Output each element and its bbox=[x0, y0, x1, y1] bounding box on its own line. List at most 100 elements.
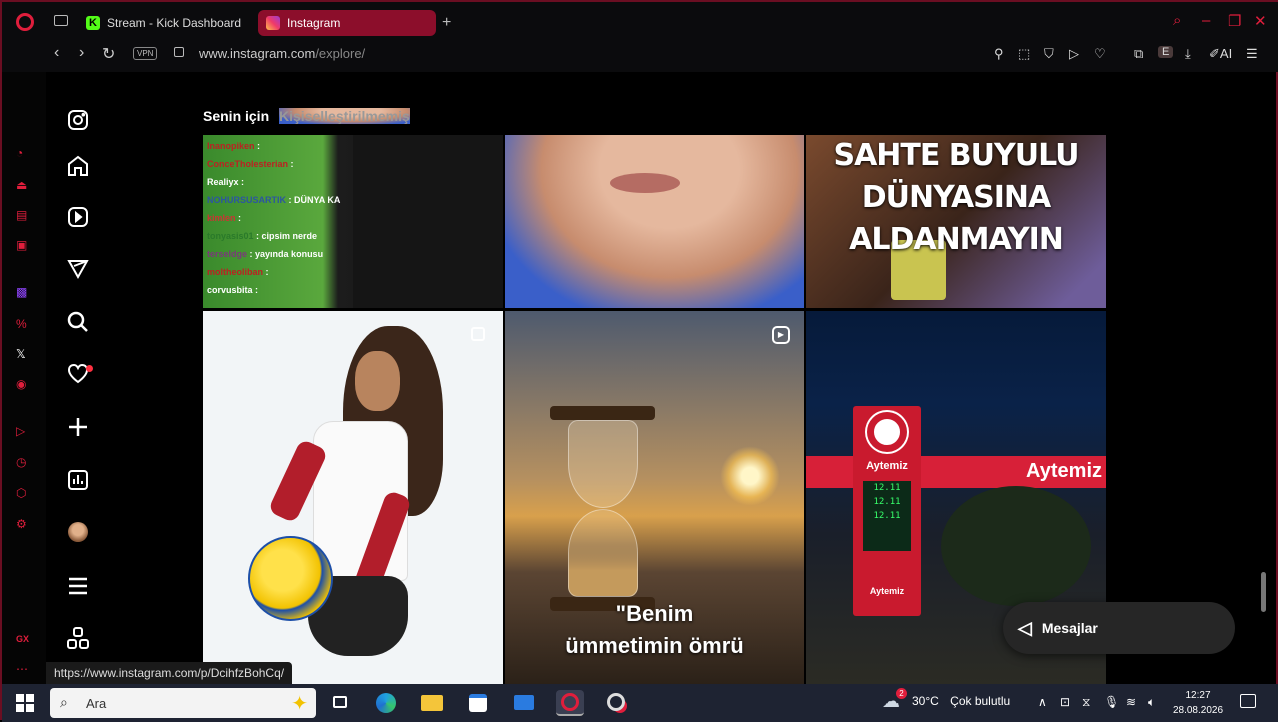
gx-icon[interactable]: GX bbox=[16, 634, 29, 644]
download-icon[interactable]: ⤓ bbox=[1185, 46, 1191, 62]
show-hidden-icons[interactable]: ∧ bbox=[1038, 695, 1047, 709]
chat-line: Realiyx : bbox=[207, 177, 245, 187]
reload-button[interactable]: ↻ bbox=[102, 44, 115, 64]
url-field[interactable]: www.instagram.com/explore/ bbox=[199, 46, 365, 61]
messages-label: Mesajlar bbox=[1041, 620, 1098, 636]
explore-post-5[interactable]: "Benim ümmetimin ömrü ▶ bbox=[505, 311, 804, 684]
close-button[interactable]: ✕ bbox=[1254, 12, 1267, 30]
heart-icon[interactable]: ♡ bbox=[1094, 46, 1106, 62]
home-icon[interactable] bbox=[66, 154, 90, 178]
percent-icon[interactable]: % bbox=[16, 317, 27, 331]
tree-image bbox=[941, 486, 1091, 606]
aria-icon[interactable]: ⏏ bbox=[16, 178, 27, 192]
history-icon[interactable]: ◉ bbox=[16, 377, 26, 391]
minimize-button[interactable]: – bbox=[1202, 12, 1210, 29]
weather-temp: 30°C bbox=[912, 694, 939, 708]
reel-icon: ▶ bbox=[772, 326, 790, 344]
volume-icon[interactable]: 🔈︎ bbox=[1148, 695, 1155, 710]
link-status-url: https://www.instagram.com/p/DcihfzBohCq/ bbox=[46, 662, 293, 684]
search-tabs-icon[interactable]: ⌕ bbox=[1173, 12, 1181, 29]
chat-line: kimlen : bbox=[207, 213, 242, 223]
speed-dial-icon[interactable]: ◔ bbox=[16, 146, 23, 160]
scrollbar-thumb[interactable] bbox=[1261, 572, 1266, 612]
sparkle-icon: ✦ bbox=[291, 693, 308, 715]
taskbar-search[interactable]: ⌕ Ara ✦ bbox=[50, 688, 316, 718]
explore-post-4[interactable] bbox=[203, 311, 503, 684]
pin-icon[interactable]: ⚲ bbox=[994, 46, 1004, 62]
tab-kick-dashboard[interactable]: K Stream - Kick Dashboard bbox=[78, 10, 254, 36]
tab-for-you[interactable]: Senin için bbox=[203, 108, 269, 124]
extensions-sidebar-icon[interactable]: ⬡ bbox=[16, 486, 26, 500]
clock-icon[interactable]: ◷ bbox=[16, 455, 26, 469]
opera-gx-secondary-icon[interactable] bbox=[602, 690, 630, 716]
ai-label: AI bbox=[1219, 46, 1233, 61]
tab-instagram[interactable]: Instagram bbox=[258, 10, 436, 36]
easy-setup-icon[interactable]: ☰ bbox=[1246, 46, 1258, 62]
new-tab-button[interactable]: + bbox=[442, 14, 451, 32]
create-icon[interactable] bbox=[66, 415, 90, 439]
gas-station-sign: Aytemiz 12.11 12.11 12.11 Aytemiz bbox=[853, 406, 921, 616]
profile-avatar[interactable] bbox=[68, 522, 88, 542]
workspaces-icon[interactable] bbox=[54, 15, 68, 26]
weather-widget[interactable]: ☁ 2 30°C Çok bulutlu bbox=[882, 688, 1010, 711]
mail-icon[interactable] bbox=[510, 690, 538, 716]
also-from-meta-icon[interactable] bbox=[66, 626, 90, 650]
microphone-icon[interactable]: 🎙︎ bbox=[1104, 695, 1119, 709]
opera-gx-taskbar-icon[interactable] bbox=[556, 690, 584, 716]
maximize-button[interactable]: ❐ bbox=[1228, 12, 1241, 30]
dashboard-icon[interactable] bbox=[66, 468, 90, 492]
play-icon[interactable]: ▷ bbox=[1069, 46, 1079, 62]
messenger-icon[interactable]: ▤ bbox=[16, 208, 27, 222]
chat-line: terseldge : yayında konusu bbox=[207, 249, 324, 259]
meet-icon[interactable]: ⊡ bbox=[1060, 695, 1070, 709]
extensions-icon[interactable]: ⧉ bbox=[1134, 46, 1143, 62]
start-button[interactable] bbox=[16, 694, 34, 712]
more-icon[interactable]: ⋯ bbox=[16, 662, 28, 676]
explore-post-1[interactable]: lnanopiken : ConceTholesterian : Realiyx… bbox=[203, 135, 503, 308]
x-twitter-icon[interactable]: 𝕏 bbox=[16, 347, 26, 361]
explore-post-3[interactable]: SAHTE BUYULU DÜNYASINA ALDANMAYIN bbox=[806, 135, 1106, 308]
lock-icon[interactable] bbox=[174, 47, 184, 57]
tab-label: Instagram bbox=[287, 16, 341, 30]
task-view-icon[interactable] bbox=[326, 690, 354, 716]
network-icon[interactable]: ⧖ bbox=[1082, 695, 1090, 710]
reels-icon[interactable] bbox=[66, 205, 90, 229]
player-icon[interactable]: ▷ bbox=[16, 424, 25, 438]
notification-center-icon[interactable] bbox=[1240, 694, 1256, 708]
chat-line: NOHURSUSARTIK : DÜNYA KA bbox=[207, 195, 341, 205]
send-icon: ◁ bbox=[1018, 617, 1032, 638]
back-button[interactable]: ‹ bbox=[54, 44, 59, 62]
tab-bar: K Stream - Kick Dashboard Instagram + ⌕ … bbox=[2, 2, 1278, 42]
clock-time: 12:27 bbox=[1185, 690, 1211, 701]
instagram-page: Senin için Kişiselleştirilmemiş lnanopik… bbox=[46, 72, 1264, 684]
file-explorer-icon[interactable] bbox=[418, 690, 446, 716]
store-icon[interactable] bbox=[464, 690, 492, 716]
settings-icon[interactable]: ⚙ bbox=[16, 517, 27, 531]
vpn-badge[interactable]: VPN bbox=[133, 47, 158, 60]
streamer-figure bbox=[353, 135, 503, 308]
snapshot-icon[interactable]: ⬚ bbox=[1018, 46, 1030, 62]
messages-button[interactable]: ◁ Mesajlar bbox=[1003, 602, 1235, 654]
forward-button[interactable]: › bbox=[79, 44, 84, 62]
whatsapp-icon[interactable]: ▣ bbox=[16, 238, 27, 252]
aytemiz-logo-icon bbox=[867, 412, 907, 452]
profile-icon[interactable]: E bbox=[1158, 46, 1174, 58]
menu-icon[interactable] bbox=[66, 574, 90, 598]
chat-overlay: lnanopiken : ConceTholesterian : Realiyx… bbox=[203, 137, 363, 299]
clock[interactable]: 12:27 28.08.2026 bbox=[1172, 688, 1224, 718]
wifi-icon[interactable]: ≋ bbox=[1126, 695, 1136, 709]
carousel-icon bbox=[471, 327, 485, 341]
opera-menu-icon[interactable] bbox=[16, 13, 34, 31]
shield-icon[interactable]: ⛉ bbox=[1044, 46, 1054, 62]
explore-icon[interactable] bbox=[66, 257, 90, 281]
tab-unpersonalized[interactable]: Kişiselleştirilmemiş bbox=[279, 108, 410, 124]
twitch-icon[interactable]: ▩ bbox=[16, 285, 27, 299]
instagram-logo-icon[interactable] bbox=[66, 108, 90, 132]
post-caption: ümmetimin ömrü bbox=[565, 633, 744, 658]
search-icon[interactable] bbox=[66, 310, 90, 334]
feed-tabs: Senin için Kişiselleştirilmemiş bbox=[203, 108, 410, 124]
explore-post-2[interactable] bbox=[505, 135, 804, 308]
address-bar bbox=[2, 38, 1278, 72]
aria-ai-button[interactable]: ✐AI bbox=[1209, 46, 1232, 62]
edge-icon[interactable] bbox=[372, 690, 400, 716]
